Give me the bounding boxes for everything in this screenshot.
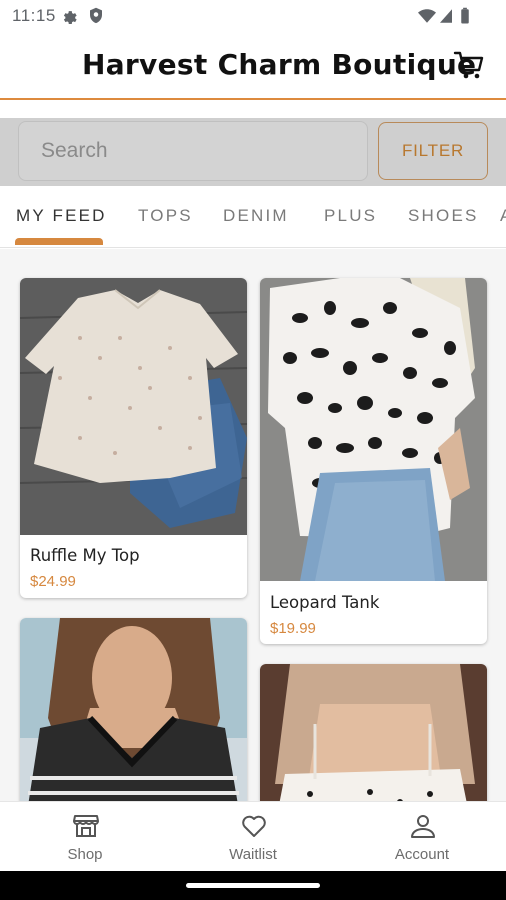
tab-my-feed[interactable]: MY FEED <box>16 206 107 226</box>
search-input[interactable] <box>18 121 368 181</box>
nav-account-label: Account <box>394 846 450 863</box>
product-image <box>20 278 247 535</box>
shield-icon <box>90 7 102 24</box>
product-card[interactable] <box>260 664 487 801</box>
tab-denim[interactable]: DENIM <box>223 206 289 226</box>
product-price: $19.99 <box>270 620 316 637</box>
heart-icon <box>242 815 266 837</box>
app-title: Harvest Charm Boutique <box>82 48 477 81</box>
tab-active-indicator <box>15 238 103 245</box>
product-name: Ruffle My Top <box>30 546 140 565</box>
system-gesture-bar <box>0 871 506 900</box>
wifi-icon <box>418 9 436 23</box>
status-time: 11:15 <box>12 6 56 25</box>
shop-icon <box>73 815 99 837</box>
product-card[interactable] <box>20 618 247 801</box>
account-icon <box>411 815 435 838</box>
home-gesture-handle[interactable] <box>186 883 320 888</box>
product-name: Leopard Tank <box>270 593 380 612</box>
cart-icon <box>453 51 484 79</box>
product-image <box>20 618 247 801</box>
tab-more[interactable]: A <box>500 206 506 226</box>
nav-account[interactable]: Account <box>362 802 482 872</box>
cart-button[interactable] <box>452 48 486 82</box>
nav-waitlist-label: Waitlist <box>229 846 277 863</box>
bottom-navigation: Shop Waitlist Account <box>0 801 506 871</box>
status-bar: 11:15 <box>0 0 506 32</box>
nav-shop-label: Shop <box>67 846 103 863</box>
product-card[interactable]: Leopard Tank $19.99 <box>260 278 487 644</box>
search-bar: FILTER <box>0 118 506 186</box>
filter-button[interactable]: FILTER <box>378 122 488 180</box>
product-feed[interactable]: Ruffle My Top $24.99 Leopard Tank $19.99 <box>0 249 506 801</box>
product-price: $24.99 <box>30 573 76 590</box>
app-header: Harvest Charm Boutique <box>0 32 506 100</box>
tab-shoes[interactable]: SHOES <box>408 206 479 226</box>
settings-icon <box>63 11 77 25</box>
product-card[interactable]: Ruffle My Top $24.99 <box>20 278 247 598</box>
nav-waitlist[interactable]: Waitlist <box>193 802 313 872</box>
battery-icon <box>461 7 469 24</box>
nav-shop[interactable]: Shop <box>25 802 145 872</box>
tab-tops[interactable]: TOPS <box>138 206 193 226</box>
signal-icon <box>440 9 452 23</box>
product-image <box>260 664 487 801</box>
tab-plus[interactable]: PLUS <box>324 206 377 226</box>
product-image <box>260 278 487 581</box>
